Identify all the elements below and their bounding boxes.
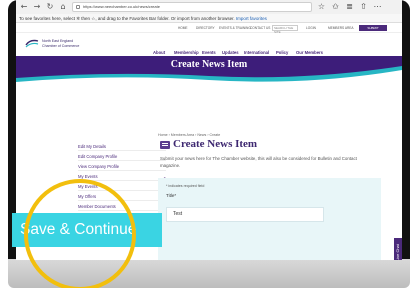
util-events-link[interactable]: EVENTS & TRAINING [219, 26, 251, 30]
util-home-link[interactable]: HOME [178, 26, 188, 30]
utility-nav: HOME DIRECTORY EVENTS & TRAINING CONTACT… [16, 23, 402, 34]
banner-title: Create News Item [170, 59, 248, 70]
favorites-bar: To see favorites here, select ✲ then ☆, … [16, 14, 402, 23]
monitor-frame: ← → ↻ ⌂ https://www.neechamber.co.uk/new… [0, 0, 418, 288]
sidebar-divider [78, 150, 166, 151]
lock-icon [76, 5, 80, 9]
sidebar-divider [78, 160, 166, 161]
login-link[interactable]: LOGIN [306, 26, 316, 30]
nav-our-members[interactable]: Our Members [296, 50, 323, 55]
browser-toolbar: ← → ↻ ⌂ https://www.neechamber.co.uk/new… [16, 0, 402, 14]
sidebar-item-edit-company[interactable]: Edit Company Profile [78, 154, 117, 159]
favorites-icon[interactable]: ✩ [331, 0, 340, 14]
import-favorites-link[interactable]: Import favorites [236, 16, 267, 21]
site-search-input[interactable]: SEARCH THE SITE [272, 25, 298, 34]
address-text: https://www.neechamber.co.uk/news/create [83, 4, 160, 9]
breadcrumb: Home › Members Area › News › Create [158, 133, 221, 137]
highlight-circle [24, 179, 136, 288]
nav-international[interactable]: International [244, 50, 269, 55]
chamber-logo-icon[interactable] [25, 38, 39, 48]
forward-icon[interactable]: → [33, 0, 41, 14]
sidebar-divider [78, 170, 166, 171]
title-field-label: Title* [166, 193, 177, 198]
news-icon [160, 141, 170, 149]
reading-list-icon[interactable]: ≣ [345, 0, 354, 14]
address-bar[interactable]: https://www.neechamber.co.uk/news/create [72, 2, 312, 12]
more-icon[interactable]: ⋯ [373, 0, 382, 14]
nav-policy[interactable]: Policy [276, 50, 288, 55]
favorites-bar-text: To see favorites here, select ✲ then ☆, … [19, 16, 235, 21]
sidebar-item-edit-details[interactable]: Edit My Details [78, 144, 106, 149]
required-field-note: * indicates required field [166, 184, 205, 188]
logo-text-line-2: Chamber of Commerce [42, 44, 80, 48]
logo-text-line-1: North East England [42, 39, 74, 43]
members-area-link[interactable]: MEMBERS AREA [328, 26, 354, 30]
back-icon[interactable]: ← [20, 0, 28, 14]
intro-text: Submit your news here for The Chamber we… [160, 156, 357, 168]
title-input[interactable]: Test [166, 207, 324, 222]
nav-updates[interactable]: Updates [222, 50, 239, 55]
util-directory-link[interactable]: DIRECTORY [196, 26, 215, 30]
nav-membership[interactable]: Membership [174, 50, 199, 55]
sidebar-item-view-company[interactable]: View Company Profile [78, 164, 119, 169]
util-contact-link[interactable]: CONTACT US [250, 26, 270, 30]
apple-logo-icon [201, 264, 217, 282]
submit-button[interactable]: SUBMIT [359, 25, 387, 31]
site-header: North East England Chamber of Commerce A… [16, 33, 402, 57]
news-form: * indicates required field Title* Test [158, 178, 381, 260]
page-banner: Create News Item [16, 56, 402, 84]
nav-events[interactable]: Events [202, 50, 216, 55]
share-icon[interactable]: ⇧ [359, 0, 368, 14]
refresh-icon[interactable]: ↻ [46, 0, 54, 14]
page-title: Create News Item [173, 138, 258, 150]
star-outline-icon[interactable]: ☆ [317, 0, 326, 14]
live-chat-tab[interactable]: Live Chat [394, 238, 402, 260]
nav-about[interactable]: About [153, 50, 165, 55]
home-icon[interactable]: ⌂ [59, 0, 67, 14]
